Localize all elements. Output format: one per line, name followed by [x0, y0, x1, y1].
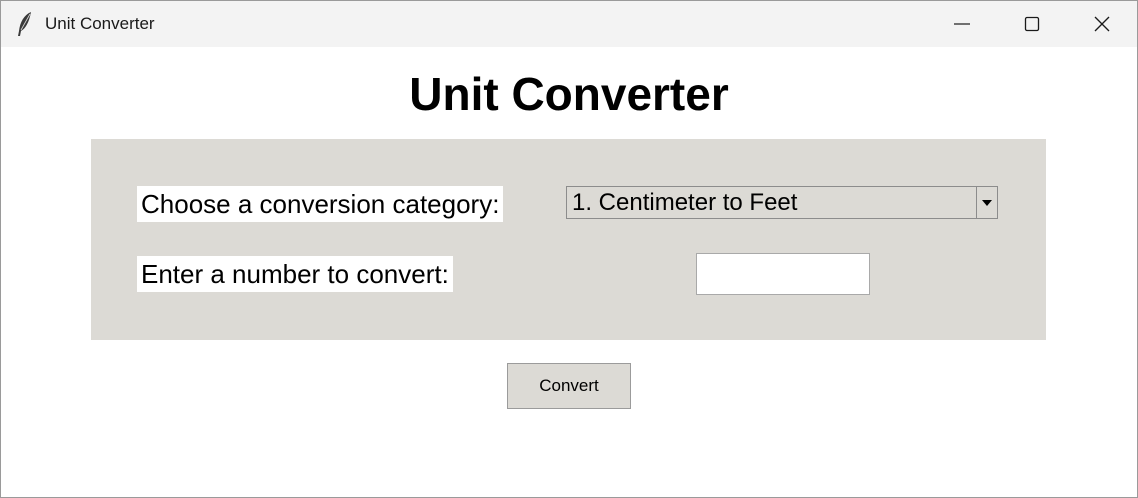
minimize-icon	[954, 16, 970, 32]
page-title: Unit Converter	[409, 68, 729, 120]
category-dropdown[interactable]: 1. Centimeter to Feet	[566, 186, 998, 219]
dropdown-arrow-icon[interactable]	[976, 187, 997, 218]
convert-button[interactable]: Convert	[507, 363, 631, 409]
feather-icon	[15, 11, 35, 37]
category-label: Choose a conversion category:	[137, 186, 504, 222]
window-title: Unit Converter	[45, 14, 155, 33]
close-icon	[1094, 16, 1110, 32]
title-bar[interactable]: Unit Converter	[1, 1, 1137, 47]
category-selected-value: 1. Centimeter to Feet	[572, 189, 798, 216]
app-window: Unit Converter Unit Converter Choose a c…	[0, 0, 1138, 498]
maximize-icon	[1024, 16, 1040, 32]
close-button[interactable]	[1067, 1, 1137, 47]
minimize-button[interactable]	[927, 1, 997, 47]
number-input[interactable]	[696, 253, 870, 295]
conversion-panel: Choose a conversion category: 1. Centime…	[91, 139, 1046, 340]
number-label: Enter a number to convert:	[137, 256, 453, 292]
maximize-button[interactable]	[997, 1, 1067, 47]
